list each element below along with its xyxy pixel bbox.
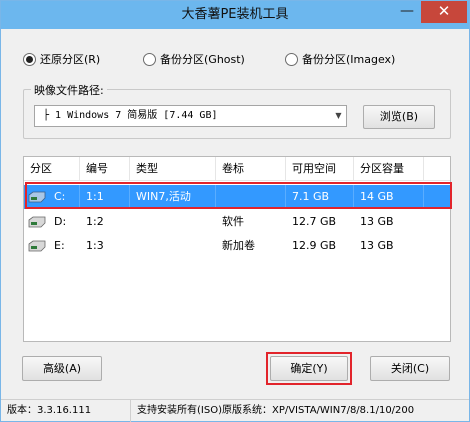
cell-capacity: 13 GB [360, 215, 394, 228]
browse-button[interactable]: 浏览(B) [363, 105, 435, 129]
support-message: 支持安装所有(ISO)原版系统：XP/VISTA/WIN7/8/8.1/10/2… [137, 405, 415, 416]
column-header-label[interactable]: 卷标 [216, 157, 286, 181]
radio-label: 备份分区(Ghost) [160, 53, 245, 66]
chevron-down-icon[interactable]: ▼ [331, 106, 346, 126]
drive-icon [28, 240, 46, 252]
radio-button[interactable] [143, 52, 156, 66]
minimize-icon[interactable]: — [393, 1, 421, 23]
cell-free-space: 12.9 GB [292, 239, 337, 252]
table-row[interactable]: E: 1:3 新加卷 12.9 GB 13 GB [24, 234, 450, 258]
cell-capacity: 13 GB [360, 239, 394, 252]
close-icon[interactable]: ✕ [421, 1, 467, 23]
cell-number: 1:3 [86, 239, 104, 252]
cell-label: 新加卷 [222, 239, 255, 252]
column-header-partition[interactable]: 分区 [24, 157, 80, 181]
image-select[interactable]: ├ 1 Windows 7 简易版 [7.44 GB] [34, 105, 347, 127]
close-button[interactable]: 关闭(C) [370, 356, 450, 381]
radio-button[interactable] [285, 52, 298, 66]
radio-backup-ghost[interactable]: 备份分区(Ghost) [143, 49, 245, 69]
version-text: 版本：3.3.16.111 [7, 400, 131, 422]
column-header-free-space[interactable]: 可用空间 [286, 157, 354, 181]
advanced-button[interactable]: 高级(A) [22, 356, 102, 381]
pe-installer-window: 大香薯PE装机工具 — ✕ 还原分区(R) 备份分区(Ghost) 备份分区(I… [0, 0, 470, 422]
radio-label: 还原分区(R) [40, 53, 101, 66]
table-header: 分区 编号 类型 卷标 可用空间 分区容量 [24, 157, 450, 181]
radio-backup-imagex[interactable]: 备份分区(Imagex) [285, 49, 395, 69]
cell-partition: D: [54, 215, 67, 228]
column-header-number[interactable]: 编号 [80, 157, 130, 181]
drive-icon [28, 216, 46, 228]
cell-number: 1:2 [86, 215, 104, 228]
column-header-capacity[interactable]: 分区容量 [354, 157, 424, 181]
title-bar[interactable]: 大香薯PE装机工具 — ✕ [1, 1, 469, 29]
selected-row-highlight [25, 182, 452, 209]
radio-button-checked[interactable] [23, 52, 36, 66]
cell-free-space: 12.7 GB [292, 215, 337, 228]
column-header-type[interactable]: 类型 [130, 157, 216, 181]
cell-type [130, 234, 216, 258]
table-row[interactable]: D: 1:2 软件 12.7 GB 13 GB [24, 210, 450, 234]
radio-restore-partition[interactable]: 还原分区(R) [23, 49, 100, 69]
cell-label: 软件 [222, 215, 244, 228]
cell-partition: E: [54, 239, 65, 252]
status-bar: 版本：3.3.16.111 支持安装所有(ISO)原版系统：XP/VISTA/W… [1, 399, 469, 422]
cell-type [130, 210, 216, 234]
image-path-label: 映像文件路径: [31, 82, 107, 98]
ok-button[interactable]: 确定(Y) [270, 356, 348, 381]
radio-label: 备份分区(Imagex) [302, 53, 396, 66]
